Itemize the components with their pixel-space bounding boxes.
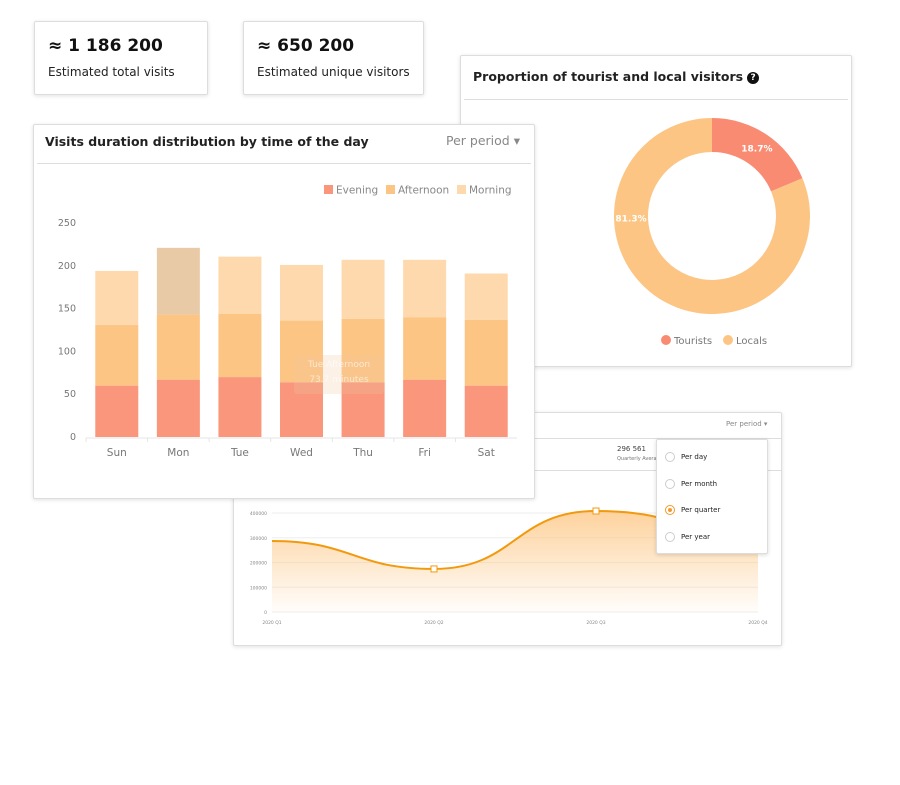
y-tick-label: 300000 <box>250 536 267 542</box>
y-tick-label: 200 <box>58 261 76 272</box>
bar-afternoon <box>156 314 200 380</box>
stat-label: Estimated unique visitors <box>257 65 410 79</box>
legend-swatch <box>386 185 395 194</box>
bar-morning <box>218 256 262 314</box>
legend-dot <box>723 335 733 345</box>
x-tick-label: Tue <box>230 447 249 459</box>
tooltip-title: Tue Afternoon <box>307 360 371 370</box>
legend-label: Evening <box>336 185 378 197</box>
radio-icon[interactable] <box>665 452 675 462</box>
x-tick-label: 2020 Q1 <box>262 620 281 626</box>
legend-swatch <box>324 185 333 194</box>
bar-evening <box>95 385 139 437</box>
option-per-year[interactable]: Per year <box>665 530 710 544</box>
stat-value: ≈ 1 186 200 <box>48 36 163 56</box>
y-tick-label: 0 <box>70 432 76 443</box>
bar-evening <box>403 379 447 437</box>
tooltip: Tue Afternoon 73.7 minutes <box>294 355 384 394</box>
data-point <box>430 565 438 573</box>
period-dropdown-menu: Per day Per month Per quarter Per year <box>656 439 768 554</box>
bar-evening <box>156 379 200 437</box>
legend-label: Tourists <box>673 336 712 347</box>
stat-card-unique-visitors: ≈ 650 200 Estimated unique visitors <box>243 21 424 95</box>
donut-slice-tourists <box>712 118 803 192</box>
x-tick-label: Sat <box>478 447 495 459</box>
option-per-month[interactable]: Per month <box>665 477 717 491</box>
legend-label: Afternoon <box>398 185 449 197</box>
x-tick-label: Mon <box>167 447 189 459</box>
x-tick-label: Sun <box>107 447 127 459</box>
bar-morning <box>95 270 139 325</box>
radio-selected-icon[interactable] <box>665 505 675 515</box>
x-tick-label: 2020 Q2 <box>424 620 443 626</box>
y-tick-label: 400000 <box>250 511 267 517</box>
bar-afternoon <box>403 317 447 380</box>
y-tick-label: 250 <box>58 218 76 229</box>
bar-evening <box>218 377 262 437</box>
bar-afternoon <box>464 319 508 386</box>
bar-morning <box>403 259 447 318</box>
option-label: Per quarter <box>681 506 721 514</box>
legend-dot <box>661 335 671 345</box>
stat-value: ≈ 650 200 <box>257 36 355 56</box>
y-tick-label: 200000 <box>250 561 267 567</box>
y-tick-label: 50 <box>64 389 76 400</box>
data-point <box>592 507 600 515</box>
bar-morning <box>156 247 200 315</box>
x-tick-label: Wed <box>290 447 313 459</box>
slice-label: 18.7% <box>741 145 772 155</box>
bar-morning <box>464 273 508 320</box>
option-per-quarter[interactable]: Per quarter <box>665 503 720 517</box>
bar-card: Visits duration distribution by time of … <box>33 124 535 499</box>
bar-morning <box>280 264 323 321</box>
x-tick-label: Fri <box>418 447 431 459</box>
radio-icon[interactable] <box>665 479 675 489</box>
x-tick-label: 2020 Q3 <box>586 620 605 626</box>
stat-label: Estimated total visits <box>48 65 175 79</box>
legend-label: Morning <box>469 185 512 197</box>
bar-evening <box>464 385 508 437</box>
bar-morning <box>341 259 385 319</box>
option-label: Per year <box>681 533 710 541</box>
slice-label: 81.3% <box>615 215 646 225</box>
tooltip-value: 73.7 minutes <box>309 375 369 385</box>
legend-swatch <box>457 185 466 194</box>
legend-label: Locals <box>736 336 767 347</box>
stacked-bar-chart: 0 50 100 150 200 250 Sun Mon Tue Wed Thu Fri Sat Even… <box>58 185 517 459</box>
bar-afternoon <box>218 313 262 378</box>
y-tick-label: 100000 <box>250 585 267 591</box>
option-label: Per day <box>681 453 708 461</box>
y-tick-label: 100 <box>58 346 76 357</box>
option-per-day[interactable]: Per day <box>665 450 707 464</box>
y-tick-label: 150 <box>58 304 76 315</box>
radio-icon[interactable] <box>665 532 675 542</box>
x-tick-label: Thu <box>352 447 373 459</box>
x-tick-label: 2020 Q4 <box>748 620 767 626</box>
stat-card-total-visits: ≈ 1 186 200 Estimated total visits <box>34 21 208 95</box>
y-tick-label: 0 <box>264 610 267 616</box>
bar-afternoon <box>95 324 139 386</box>
option-label: Per month <box>681 480 718 488</box>
